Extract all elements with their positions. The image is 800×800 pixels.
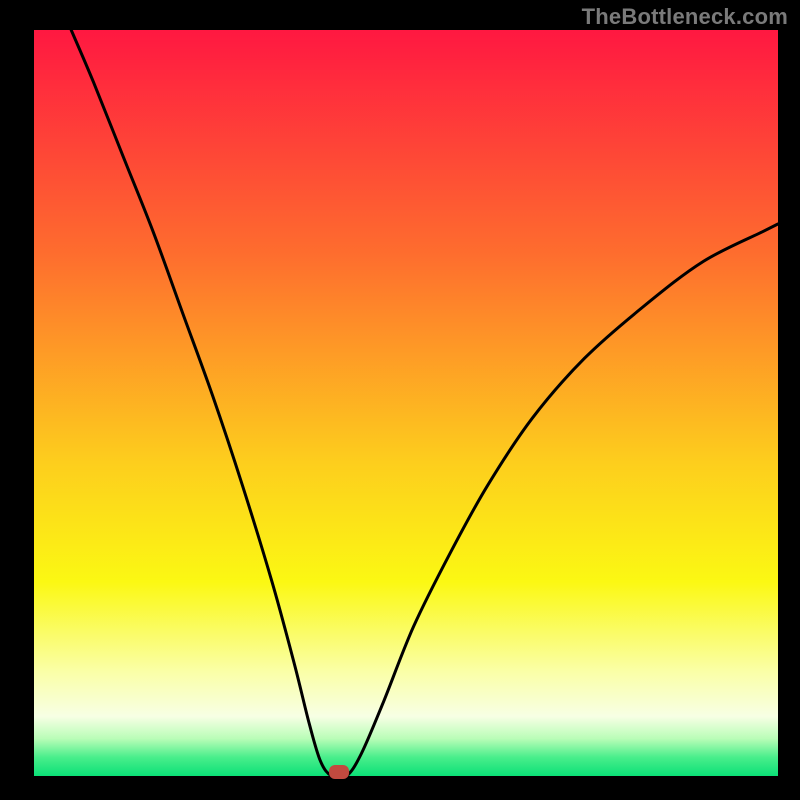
plot-area: [34, 30, 778, 776]
watermark-text: TheBottleneck.com: [582, 4, 788, 30]
bottleneck-chart: [0, 0, 800, 800]
minimum-marker: [329, 765, 349, 779]
chart-frame: TheBottleneck.com: [0, 0, 800, 800]
